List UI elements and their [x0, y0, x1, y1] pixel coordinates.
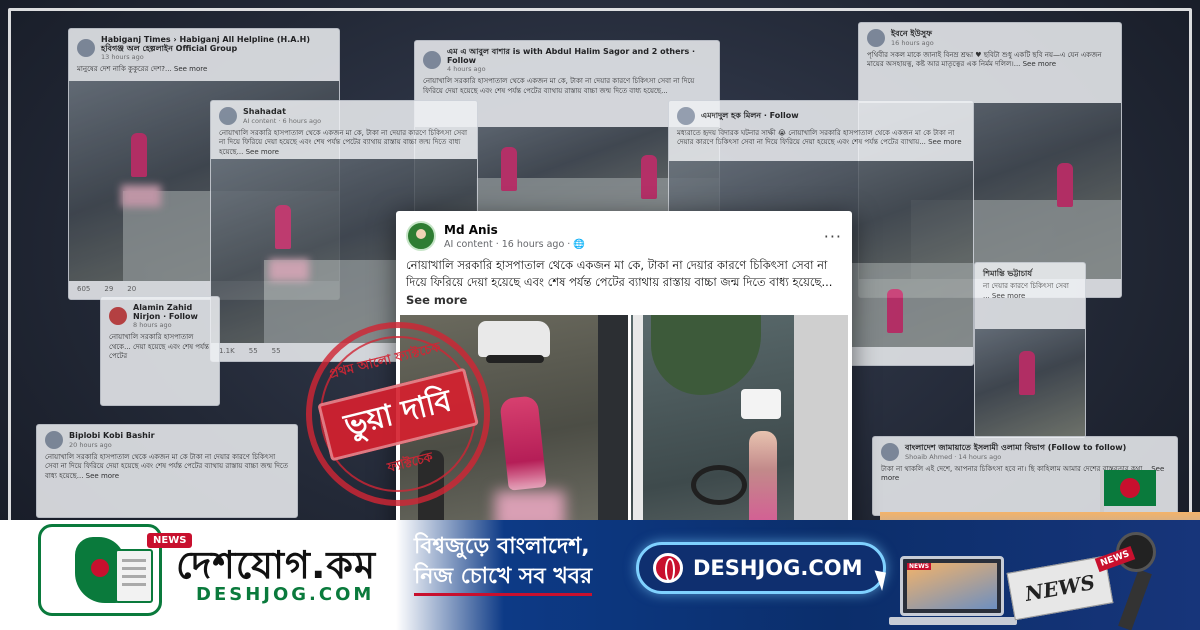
- comment-count: 29: [104, 285, 114, 293]
- laptop-label: NEWS: [907, 563, 932, 570]
- post-author: এম এ আবুল বাশার is with Abdul Halim Sago…: [447, 47, 696, 66]
- bg-post-6: Alamin Zahid Nirjon · Follow 8 hours ago…: [100, 296, 220, 406]
- post-meta: Shoaib Ahmed · 14 hours ago: [905, 452, 1002, 461]
- post-author: Shahadat: [243, 107, 286, 117]
- post-meta: AI content · 6 hours ago: [243, 116, 322, 125]
- bangladesh-flag-icon: [1104, 470, 1156, 506]
- post-author: Biplobi Kobi Bashir: [69, 431, 155, 441]
- brand-name-english: DESHJOG.COM: [196, 584, 375, 605]
- brand-logo[interactable]: NEWS: [38, 524, 193, 616]
- share-count: 55: [271, 347, 281, 355]
- post-meta: 16 hours ago: [891, 38, 934, 47]
- post-meta: 20 hours ago: [69, 440, 112, 449]
- tagline-line-1: বিশ্বজুড়ে বাংলাদেশ,: [414, 534, 590, 559]
- tagline: বিশ্বজুড়ে বাংলাদেশ, নিজ চোখে সব খবর: [414, 532, 593, 596]
- share-count: 20: [127, 285, 137, 293]
- post-text: নোয়াখালি সরকারি হাসপাতাল থেকে একজন মা ক…: [219, 129, 468, 156]
- brand-banner: NEWS দেশযোগ.কম DESHJOG.COM বিশ্বজুড়ে বা…: [0, 512, 1200, 630]
- website-url-button[interactable]: DESHJOG.COM: [636, 542, 886, 594]
- bg-post-8: শিমান্তি ভট্টাচার্য না দেয়ার কারণে চিকি…: [974, 262, 1086, 438]
- post-meta: AI content · 16 hours ago · 🌐: [444, 238, 586, 250]
- author-name[interactable]: Md Anis: [444, 223, 824, 237]
- website-url: DESHJOG.COM: [693, 556, 863, 580]
- post-body: নোয়াখালি সরকারি হাসপাতাল থেকে একজন মা ক…: [406, 258, 833, 290]
- post-photo: [975, 329, 1085, 437]
- see-more-link[interactable]: See more: [406, 293, 467, 307]
- author-avatar[interactable]: [406, 221, 436, 251]
- avatar: [423, 51, 441, 70]
- post-author: Alamin Zahid Nirjon · Follow: [133, 303, 198, 322]
- post-text: নোয়াখালি সরকারি হাসপাতাল থেকে একজন মা ক…: [396, 255, 852, 315]
- laptop-icon: NEWS: [889, 556, 1017, 625]
- post-text: পৃথিবীর সকল মাকে জানাই বিনম্র শ্রদ্ধা ♥ …: [867, 51, 1102, 69]
- post-text: মধ্যরাতে হৃদয় বিদারক ঘটনার সাক্ষী 😭 নোয…: [677, 129, 962, 147]
- post-meta: 13 hours ago: [101, 53, 144, 62]
- thumbnail-canvas: Habiganj Times › Habiganj All Helpline (…: [0, 0, 1200, 630]
- avatar: [109, 307, 127, 326]
- avatar: [77, 39, 95, 58]
- avatar: [867, 29, 885, 47]
- comment-count: 55: [248, 347, 258, 355]
- post-author: ইবনে ইউসুফ: [891, 29, 932, 39]
- post-text: না দেয়ার কারণে চিকিৎসা সেবা ... See mor…: [983, 282, 1069, 300]
- post-meta: 8 hours ago: [133, 321, 172, 330]
- more-options-icon[interactable]: ···: [824, 227, 842, 246]
- avatar: [881, 443, 899, 461]
- post-author: শিমান্তি ভট্টাচার্য: [983, 269, 1032, 278]
- globe-icon: [653, 553, 683, 583]
- post-author: বাংলাদেশ জামায়াতে ইসলামী ওলামা বিভাগ (F…: [905, 443, 1127, 453]
- post-author: Habiganj Times › Habiganj All Helpline (…: [101, 35, 310, 54]
- post-text: নোয়াখালি সরকারি হাসপাতাল থেকে একজন মা ক…: [423, 77, 695, 95]
- post-text: নোয়াখালি সরকারি হাসপাতাল থেকে একজন মা ক…: [45, 453, 288, 480]
- reaction-count: 605: [77, 285, 91, 293]
- avatar: [45, 431, 63, 449]
- reaction-count: 1.1K: [219, 347, 235, 355]
- avatar: [677, 107, 695, 125]
- post-text: মানুষের দেশ নাকি কুকুরের দেশ?... See mor…: [77, 65, 208, 74]
- post-author: এমদাদুল হক মিলন · Follow: [701, 111, 799, 121]
- post-meta: 4 hours ago: [447, 65, 486, 74]
- post-text: নোয়াখালি সরকারি হাসপাতাল থেকে... দেয়া …: [109, 333, 209, 361]
- bg-post-7: Biplobi Kobi Bashir 20 hours ago নোয়াখা…: [36, 424, 298, 518]
- tagline-line-2: নিজ চোখে সব খবর: [414, 562, 593, 596]
- avatar: [219, 107, 237, 125]
- newspaper-icon: [115, 549, 153, 603]
- newspaper-title: NEWS: [1023, 570, 1097, 606]
